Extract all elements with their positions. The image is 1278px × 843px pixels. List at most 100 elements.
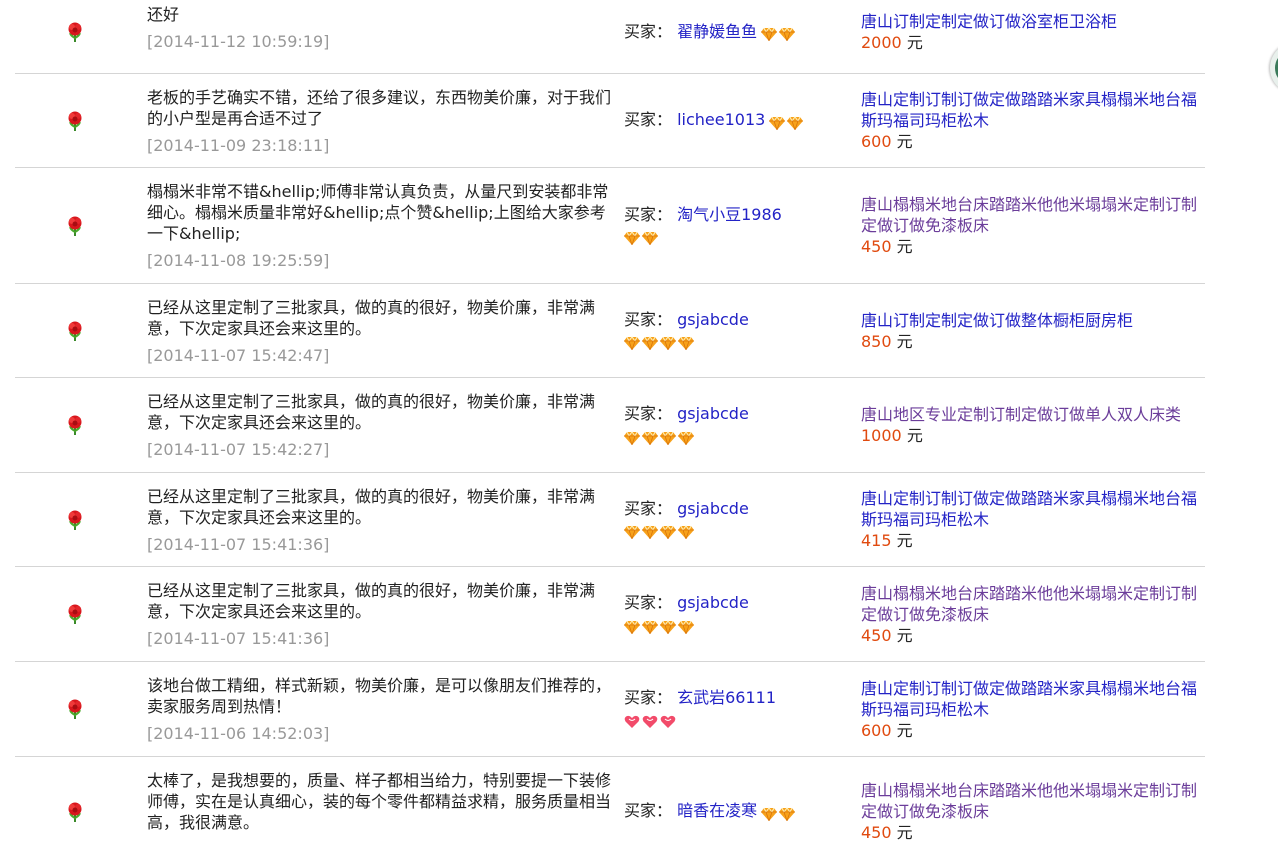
diamond-credit-icon — [624, 430, 640, 445]
comment-timestamp: [2014-11-12 10:59:19] — [147, 32, 330, 51]
comment-text: 还好 — [147, 5, 180, 24]
product-title-link[interactable]: 唐山定制订制订做定做踏踏米家具榻榻米地台福斯玛福司玛柜松木 — [861, 488, 1205, 530]
diamond-credit-icon — [624, 231, 640, 245]
product-cell: 唐山地区专业定制订制定做订做单人双人床类 1000 元 — [849, 378, 1205, 472]
buyer-label: 买家： — [624, 110, 678, 129]
price-value: 450 — [861, 625, 892, 645]
buyer-name-link[interactable]: gsjabcde — [677, 404, 749, 423]
rating-cell — [15, 567, 135, 661]
buyer-cell: 买家： lichee1013 — [612, 74, 849, 167]
price-value: 600 — [861, 720, 892, 740]
comment-text: 已经从这里定制了三批家具，做的真的很好，物美价廉，非常满意，下次定家具还会来这里… — [147, 298, 596, 338]
review-row: 榻榻米非常不错&hellip;师傅非常认真负责，从量尺到安装都非常细心。榻榻米质… — [15, 167, 1205, 283]
buyer-name-link[interactable]: gsjabcde — [677, 593, 749, 612]
comment-cell: 已经从这里定制了三批家具，做的真的很好，物美价廉，非常满意，下次定家具还会来这里… — [135, 473, 612, 566]
diamond-credit-icon — [642, 619, 658, 634]
comment-text: 已经从这里定制了三批家具，做的真的很好，物美价廉，非常满意，下次定家具还会来这里… — [147, 487, 596, 527]
price-line: 450 元 — [861, 625, 1205, 646]
flower-rating-icon — [68, 699, 82, 719]
flower-rating-icon — [68, 111, 82, 131]
diamond-credit-icon — [678, 430, 694, 445]
comment-timestamp: [2014-11-07 15:42:47] — [147, 346, 330, 365]
price-value: 450 — [861, 823, 892, 842]
diamond-credit-icon — [642, 525, 658, 539]
comment-text: 该地台做工精细，样式新颖，物美价廉，是可以像朋友们推荐的，卖家服务周到热情！ — [147, 676, 612, 716]
comment-cell: 该地台做工精细，样式新颖，物美价廉，是可以像朋友们推荐的，卖家服务周到热情！ [… — [135, 662, 612, 756]
product-title-link[interactable]: 唐山定制订制订做定做踏踏米家具榻榻米地台福斯玛福司玛柜松木 — [861, 678, 1205, 720]
buyer-credit-badges — [761, 23, 797, 44]
flower-rating-icon — [68, 415, 82, 435]
buyer-label: 买家： — [624, 593, 678, 612]
buyer-name-link[interactable]: 玄武岩66111 — [677, 688, 776, 707]
comment-timestamp: [2014-11-06 14:52:03] — [147, 724, 330, 743]
product-title-link[interactable]: 唐山订制定制定做订做浴室柜卫浴柜 — [861, 11, 1205, 32]
rating-cell — [15, 168, 135, 283]
review-list-page: 还好 [2014-11-12 10:59:19] 买家： 翟静媛鱼鱼 唐山订制定… — [0, 0, 1278, 843]
price-value: 450 — [861, 237, 892, 256]
comment-text: 已经从这里定制了三批家具，做的真的很好，物美价廉，非常满意，下次定家具还会来这里… — [147, 392, 596, 432]
comment-cell: 已经从这里定制了三批家具，做的真的很好，物美价廉，非常满意，下次定家具还会来这里… — [135, 378, 612, 472]
diamond-credit-icon — [624, 336, 640, 350]
rating-cell — [15, 284, 135, 377]
review-row: 已经从这里定制了三批家具，做的真的很好，物美价廉，非常满意，下次定家具还会来这里… — [15, 472, 1205, 566]
currency-label: 元 — [896, 132, 913, 151]
buyer-cell: 买家： gsjabcde — [612, 473, 849, 566]
buyer-line: 买家： 翟静媛鱼鱼 — [624, 21, 849, 44]
product-title-link[interactable]: 唐山地区专业定制订制定做订做单人双人床类 — [861, 404, 1205, 425]
diamond-credit-icon — [779, 27, 796, 41]
buyer-line: 买家： gsjabcde — [624, 498, 849, 519]
flower-rating-icon — [68, 216, 82, 236]
buyer-credit-badges — [624, 332, 849, 353]
currency-label: 元 — [896, 625, 913, 645]
buyer-name-link[interactable]: 淘气小豆1986 — [677, 205, 782, 224]
diamond-credit-icon — [660, 619, 676, 634]
product-cell: 唐山订制定制定做订做浴室柜卫浴柜 2000 元 — [849, 0, 1205, 73]
buyer-cell: 买家： 玄武岩66111 — [612, 662, 849, 756]
comment-text: 老板的手艺确实不错，还给了很多建议，东西物美价廉，对于我们的小户型是再合适不过了 — [147, 88, 612, 128]
buyer-label: 买家： — [624, 21, 678, 41]
comment-cell: 已经从这里定制了三批家具，做的真的很好，物美价廉，非常满意，下次定家具还会来这里… — [135, 567, 612, 661]
heart-credit-icon — [624, 715, 640, 728]
buyer-name-link[interactable]: 暗香在凌寒 — [677, 801, 757, 820]
comment-timestamp: [2014-11-07 15:41:36] — [147, 629, 330, 648]
buyer-name-link[interactable]: gsjabcde — [677, 310, 749, 329]
buyer-name-link[interactable]: gsjabcde — [677, 499, 749, 518]
diamond-credit-icon — [642, 430, 658, 445]
buyer-line: 买家： 淘气小豆1986 — [624, 204, 849, 225]
floating-side-widget[interactable] — [1270, 42, 1278, 94]
buyer-credit-badges — [769, 111, 805, 132]
product-cell: 唐山榻榻米地台床踏踏米他他米塌塌米定制订制定做订做免漆板床 450 元 — [849, 168, 1205, 283]
buyer-name-link[interactable]: 翟静媛鱼鱼 — [677, 22, 757, 41]
currency-label: 元 — [906, 33, 923, 52]
price-line: 450 元 — [861, 822, 1205, 843]
price-value: 1000 — [861, 426, 902, 445]
comment-timestamp: [2014-11-09 23:18:11] — [147, 136, 330, 155]
product-title-link[interactable]: 唐山榻榻米地台床踏踏米他他米塌塌米定制订制定做订做免漆板床 — [861, 583, 1205, 625]
buyer-name-link[interactable]: lichee1013 — [677, 110, 765, 129]
buyer-cell: 买家： gsjabcde — [612, 284, 849, 377]
buyer-label: 买家： — [624, 204, 678, 224]
product-title-link[interactable]: 唐山定制订制订做定做踏踏米家具榻榻米地台福斯玛福司玛柜松木 — [861, 89, 1205, 131]
buyer-line: 买家： gsjabcde — [624, 403, 849, 424]
diamond-credit-icon — [660, 525, 676, 539]
product-title-link[interactable]: 唐山榻榻米地台床踏踏米他他米塌塌米定制订制定做订做免漆板床 — [861, 780, 1205, 822]
review-row: 该地台做工精细，样式新颖，物美价廉，是可以像朋友们推荐的，卖家服务周到热情！ [… — [15, 661, 1205, 756]
price-value: 2000 — [861, 33, 902, 52]
currency-label: 元 — [896, 823, 913, 842]
buyer-credit-badges — [624, 521, 849, 542]
currency-label: 元 — [896, 331, 913, 351]
review-row: 还好 [2014-11-12 10:59:19] 买家： 翟静媛鱼鱼 唐山订制定… — [15, 0, 1205, 73]
diamond-credit-icon — [678, 619, 694, 634]
review-row: 老板的手艺确实不错，还给了很多建议，东西物美价廉，对于我们的小户型是再合适不过了… — [15, 73, 1205, 167]
diamond-credit-icon — [660, 430, 676, 445]
product-title-link[interactable]: 唐山订制定制定做订做整体橱柜厨房柜 — [861, 310, 1205, 331]
rating-cell — [15, 757, 135, 843]
comment-cell: 还好 [2014-11-12 10:59:19] — [135, 0, 612, 73]
comment-text: 已经从这里定制了三批家具，做的真的很好，物美价廉，非常满意，下次定家具还会来这里… — [147, 581, 596, 621]
rating-cell — [15, 74, 135, 167]
buyer-cell: 买家： gsjabcde — [612, 378, 849, 472]
buyer-credit-badges — [761, 802, 797, 823]
product-cell: 唐山定制订制订做定做踏踏米家具榻榻米地台福斯玛福司玛柜松木 415 元 — [849, 473, 1205, 566]
product-title-link[interactable]: 唐山榻榻米地台床踏踏米他他米塌塌米定制订制定做订做免漆板床 — [861, 194, 1205, 236]
review-list: 还好 [2014-11-12 10:59:19] 买家： 翟静媛鱼鱼 唐山订制定… — [15, 0, 1205, 843]
